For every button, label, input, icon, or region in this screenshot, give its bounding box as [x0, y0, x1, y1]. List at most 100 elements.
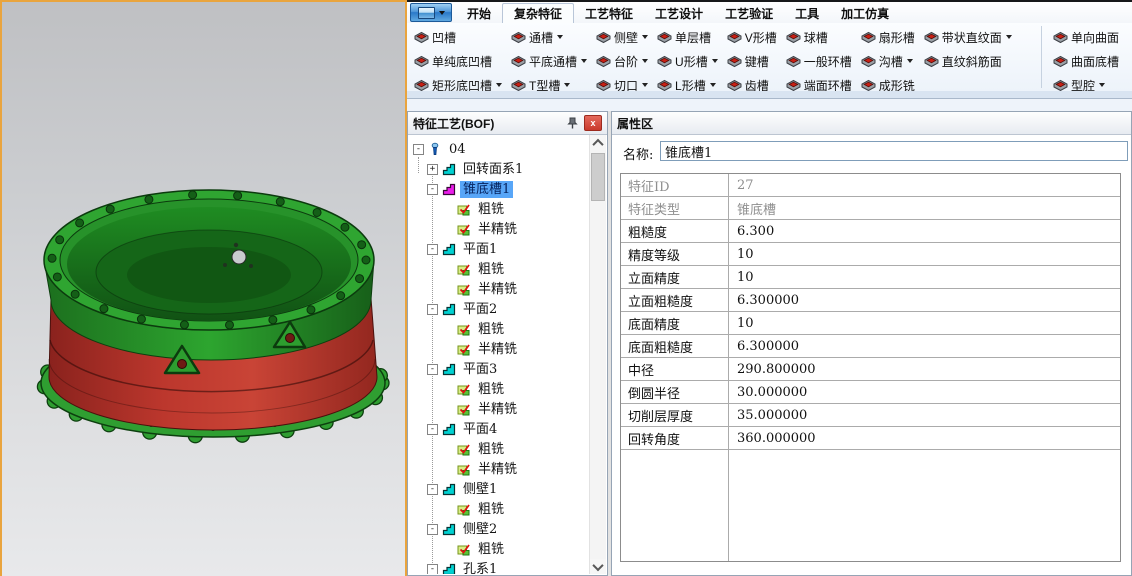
tree-operation-item[interactable]: 粗铣 [409, 319, 589, 339]
tree-feature-item[interactable]: -侧壁1 [409, 479, 589, 499]
ribbon-tab[interactable]: 加工仿真 [830, 4, 900, 23]
tree-expander[interactable]: - [413, 144, 424, 155]
chevron-down-icon[interactable] [590, 559, 606, 574]
ribbon-button[interactable]: 侧壁 [593, 25, 651, 49]
ribbon-tab[interactable]: 复杂特征 [502, 3, 574, 23]
tree-scrollbar[interactable] [589, 135, 606, 574]
tree-feature-item[interactable]: -平面2 [409, 299, 589, 319]
milling-check-icon [457, 543, 471, 556]
tree-operation-item[interactable]: 半精铣 [409, 399, 589, 419]
dropdown-arrow-icon [1006, 35, 1012, 39]
ribbon-button[interactable]: 键槽 [724, 49, 780, 73]
ribbon-button[interactable]: 单纯底凹槽 [411, 49, 505, 73]
tree-feature-item[interactable]: -平面4 [409, 419, 589, 439]
ribbon-button-label: U形槽 [675, 53, 708, 70]
tree-expander[interactable]: - [427, 184, 438, 195]
property-value-cell[interactable]: 6.300000 [729, 289, 1120, 311]
property-value-cell[interactable]: 10 [729, 266, 1120, 288]
ribbon-button[interactable]: 切口 [593, 73, 651, 91]
property-value-cell[interactable]: 290.800000 [729, 358, 1120, 380]
property-row: 特征类型锥底槽 [621, 197, 1120, 220]
pin-icon[interactable] [564, 116, 580, 131]
app-menu-button[interactable] [410, 3, 452, 22]
tree-operation-item[interactable]: 粗铣 [409, 439, 589, 459]
feature-block-icon [786, 79, 801, 92]
ribbon-button[interactable]: 扇形槽 [858, 25, 918, 49]
tree-feature-item[interactable]: -锥底槽1 [409, 179, 589, 199]
ribbon-button[interactable]: 端面环槽 [783, 73, 855, 91]
ribbon-button[interactable]: 凹槽 [411, 25, 505, 49]
tree-expander[interactable]: - [427, 564, 438, 575]
ribbon-button[interactable]: 单向曲面 [1050, 25, 1127, 49]
tree-expander[interactable]: - [427, 524, 438, 535]
ribbon-button[interactable]: V形槽 [724, 25, 780, 49]
ribbon-button[interactable]: 曲面底槽 [1050, 49, 1127, 73]
ribbon-button[interactable]: 平底通槽 [508, 49, 590, 73]
tree-expander[interactable]: + [427, 164, 438, 175]
ribbon-button[interactable]: L形槽 [654, 73, 721, 91]
ribbon-tab[interactable]: 工艺验证 [714, 4, 784, 23]
ribbon-tab[interactable]: 工艺特征 [574, 4, 644, 23]
tree-operation-item[interactable]: 粗铣 [409, 379, 589, 399]
ribbon-button[interactable]: 成形铣 [858, 73, 918, 91]
property-value-cell[interactable]: 30.000000 [729, 381, 1120, 403]
tree-feature-item[interactable]: -孔系1 [409, 559, 589, 574]
tree-operation-item[interactable]: 粗铣 [409, 539, 589, 559]
ribbon-tab[interactable]: 工艺设计 [644, 4, 714, 23]
ribbon-button[interactable]: 沟槽 [858, 49, 918, 73]
property-value-cell[interactable]: 锥底槽 [729, 197, 1120, 219]
ribbon-button[interactable]: 球槽 [783, 25, 855, 49]
tree-expander[interactable]: - [427, 484, 438, 495]
feature-name-input[interactable] [660, 141, 1128, 161]
property-value-cell[interactable]: 10 [729, 243, 1120, 265]
property-value-cell[interactable]: 27 [729, 174, 1120, 196]
ribbon-button[interactable]: 型腔 [1050, 73, 1127, 91]
tree-expander[interactable]: - [427, 364, 438, 375]
tree-operation-item[interactable]: 半精铣 [409, 279, 589, 299]
property-row: 中径290.800000 [621, 358, 1120, 381]
feature-block-icon [1053, 55, 1068, 68]
tree-expander[interactable]: - [427, 304, 438, 315]
ribbon-tab[interactable]: 工具 [784, 4, 830, 23]
ribbon-button[interactable]: U形槽 [654, 49, 721, 73]
ribbon-button[interactable]: 矩形底凹槽 [411, 73, 505, 91]
ribbon-button-label: 扇形槽 [879, 29, 915, 46]
ribbon-group-separator [1041, 26, 1042, 88]
property-value-cell[interactable]: 6.300000 [729, 335, 1120, 357]
tree-operation-item[interactable]: 半精铣 [409, 219, 589, 239]
feature-block-icon [727, 55, 742, 68]
tree-operation-item[interactable]: 粗铣 [409, 499, 589, 519]
tree-feature-item[interactable]: -平面1 [409, 239, 589, 259]
tree-feature-item[interactable]: -侧壁2 [409, 519, 589, 539]
ribbon-button[interactable]: 一般环槽 [783, 49, 855, 73]
ribbon-tab[interactable]: 开始 [456, 4, 502, 23]
tree-operation-item[interactable]: 半精铣 [409, 459, 589, 479]
tree-feature-item[interactable]: -平面3 [409, 359, 589, 379]
tree-operation-item[interactable]: 粗铣 [409, 259, 589, 279]
property-row: 立面精度10 [621, 266, 1120, 289]
property-value-cell[interactable]: 6.300 [729, 220, 1120, 242]
tree-feature-item[interactable]: -04 [409, 139, 589, 159]
tree-feature-item[interactable]: + 回转面系1 [409, 159, 589, 179]
scrollbar-thumb[interactable] [591, 153, 605, 201]
property-value-cell[interactable]: 10 [729, 312, 1120, 334]
tree-operation-item[interactable]: 半精铣 [409, 339, 589, 359]
ribbon-button[interactable]: 齿槽 [724, 73, 780, 91]
ribbon-button[interactable]: 单层槽 [654, 25, 721, 49]
3d-viewport[interactable] [0, 0, 407, 576]
ribbon-button[interactable]: 通槽 [508, 25, 590, 49]
chevron-up-icon[interactable] [590, 135, 606, 150]
ribbon-button[interactable]: T型槽 [508, 73, 590, 91]
tree-item-label: 回转面系1 [460, 161, 526, 178]
ribbon-button[interactable]: 直纹斜筋面 [921, 49, 1015, 73]
close-icon[interactable]: x [584, 115, 602, 131]
tree-operation-item[interactable]: 粗铣 [409, 199, 589, 219]
tree-expander[interactable]: - [427, 244, 438, 255]
tree-expander[interactable]: - [427, 424, 438, 435]
ribbon-button[interactable]: 台阶 [593, 49, 651, 73]
feature-steps-icon [442, 523, 456, 536]
property-label-cell: 特征ID [621, 174, 729, 196]
ribbon-button[interactable]: 带状直纹面 [921, 25, 1015, 49]
property-value-cell[interactable]: 35.000000 [729, 404, 1120, 426]
property-value-cell[interactable]: 360.000000 [729, 427, 1120, 449]
